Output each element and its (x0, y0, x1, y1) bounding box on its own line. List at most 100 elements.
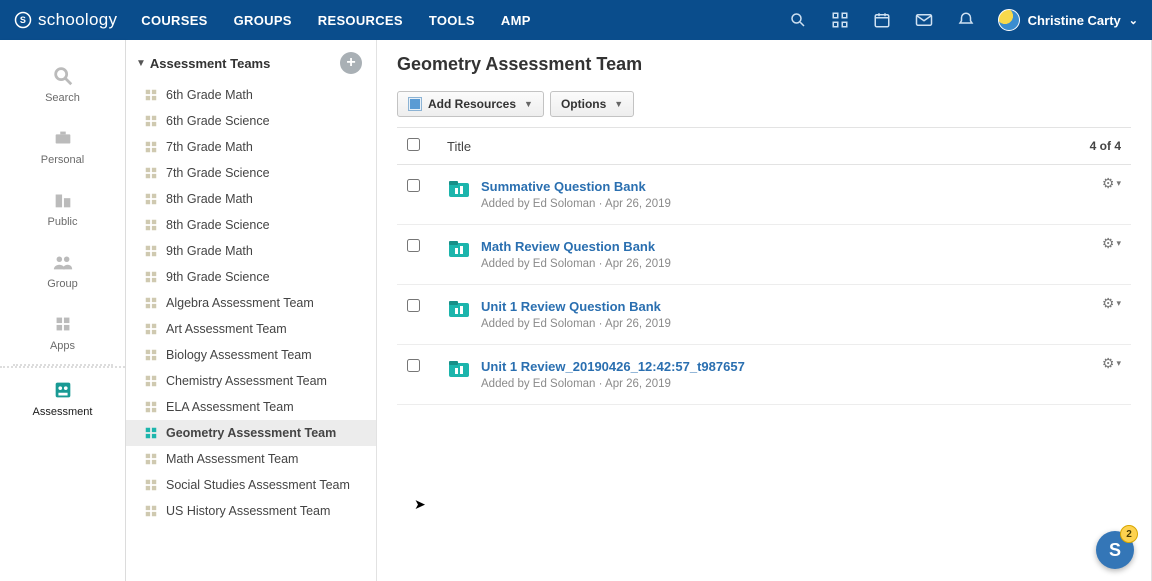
resource-row: Summative Question Bank Added by Ed Solom… (397, 165, 1131, 225)
resource-title[interactable]: Math Review Question Bank (481, 239, 1121, 254)
tree-item[interactable]: 6th Grade Science (126, 108, 376, 134)
shell: Search Personal Public Group Apps Assess… (0, 40, 1152, 581)
tree-item[interactable]: Geometry Assessment Team (126, 420, 376, 446)
tree-item-label: 8th Grade Math (166, 192, 253, 206)
tree-item[interactable]: 7th Grade Math (126, 134, 376, 160)
tree-item[interactable]: Algebra Assessment Team (126, 290, 376, 316)
caret-down-icon[interactable]: ▼ (136, 58, 146, 69)
team-icon (144, 348, 158, 362)
add-resource-icon (408, 97, 422, 111)
tree-item[interactable]: Math Assessment Team (126, 446, 376, 472)
tree-item[interactable]: Social Studies Assessment Team (126, 472, 376, 498)
action-bar: Add Resources ▼ Options ▼ (397, 91, 1131, 117)
tree-item[interactable]: 8th Grade Science (126, 212, 376, 238)
chevron-down-icon: ▼ (614, 99, 623, 109)
notifications-icon[interactable] (956, 10, 976, 30)
row-actions-button[interactable]: ⚙▾ (1102, 235, 1121, 252)
sidebar-item-label: Search (45, 92, 80, 104)
tree-item-label: 9th Grade Math (166, 244, 253, 258)
tree-item[interactable]: 9th Grade Science (126, 264, 376, 290)
options-button[interactable]: Options ▼ (550, 91, 634, 117)
sidebar-item-search[interactable]: Search (0, 54, 125, 116)
tree-item[interactable]: 6th Grade Math (126, 82, 376, 108)
tree-item-label: Algebra Assessment Team (166, 296, 314, 310)
team-icon (144, 88, 158, 102)
sidebar-item-label: Personal (41, 154, 84, 166)
row-checkbox[interactable] (407, 359, 420, 372)
add-resources-label: Add Resources (428, 97, 516, 111)
options-label: Options (561, 97, 606, 111)
tree-item[interactable]: US History Assessment Team (126, 498, 376, 524)
row-checkbox[interactable] (407, 239, 420, 252)
resource-meta: Added by Ed Soloman · Apr 26, 2019 (481, 198, 1121, 210)
tree-item[interactable]: 9th Grade Math (126, 238, 376, 264)
tree-panel: ▼ Assessment Teams + 6th Grade Math6th G… (126, 40, 377, 581)
sidebar-item-apps[interactable]: Apps (0, 302, 125, 364)
sidebar-resource-nav: Search Personal Public Group Apps Assess… (0, 40, 126, 581)
team-icon (144, 504, 158, 518)
row-actions-button[interactable]: ⚙▾ (1102, 175, 1121, 192)
team-icon (144, 478, 158, 492)
team-icon (144, 166, 158, 180)
resource-title[interactable]: Unit 1 Review_20190426_12:42:57_t987657 (481, 359, 1121, 374)
row-actions-button[interactable]: ⚙▾ (1102, 295, 1121, 312)
svg-text:S: S (20, 15, 26, 25)
row-checkbox[interactable] (407, 179, 420, 192)
sidebar-item-label: Apps (50, 340, 75, 352)
logo-mark-icon: S (14, 11, 32, 29)
tree-item[interactable]: Art Assessment Team (126, 316, 376, 342)
nav-amp[interactable]: AMP (501, 13, 531, 28)
team-icon (144, 244, 158, 258)
sidebar-item-assessment[interactable]: Assessment (0, 366, 125, 430)
mail-icon[interactable] (914, 10, 934, 30)
user-menu[interactable]: Christine Carty ⌄ (998, 9, 1138, 31)
assessment-icon (48, 378, 78, 402)
briefcase-icon (48, 126, 78, 150)
row-checkbox[interactable] (407, 299, 420, 312)
tree-item-label: 7th Grade Math (166, 140, 253, 154)
sidebar-item-group[interactable]: Group (0, 240, 125, 302)
add-resources-button[interactable]: Add Resources ▼ (397, 91, 544, 117)
row-actions-button[interactable]: ⚙▾ (1102, 355, 1121, 372)
add-team-button[interactable]: + (340, 52, 362, 74)
topbar-right: Christine Carty ⌄ (788, 9, 1138, 31)
nav-groups[interactable]: GROUPS (234, 13, 292, 28)
user-name: Christine Carty (1028, 13, 1121, 28)
nav-courses[interactable]: COURSES (141, 13, 207, 28)
sidebar-item-public[interactable]: Public (0, 178, 125, 240)
search-icon[interactable] (788, 10, 808, 30)
tree-item-label: US History Assessment Team (166, 504, 330, 518)
user-avatar-icon (998, 9, 1020, 31)
resource-meta: Added by Ed Soloman · Apr 26, 2019 (481, 378, 1121, 390)
resource-meta: Added by Ed Soloman · Apr 26, 2019 (481, 258, 1121, 270)
nav-resources[interactable]: RESOURCES (318, 13, 403, 28)
tree-item-label: 7th Grade Science (166, 166, 270, 180)
team-icon (144, 192, 158, 206)
chevron-down-icon: ⌄ (1129, 14, 1138, 27)
brand-logo[interactable]: S schoology (14, 10, 117, 30)
tree-item[interactable]: Biology Assessment Team (126, 342, 376, 368)
resource-title[interactable]: Unit 1 Review Question Bank (481, 299, 1121, 314)
tree-item-label: ELA Assessment Team (166, 400, 294, 414)
calendar-icon[interactable] (872, 10, 892, 30)
tree-item[interactable]: ELA Assessment Team (126, 394, 376, 420)
nav-tools[interactable]: TOOLS (429, 13, 475, 28)
resource-title[interactable]: Summative Question Bank (481, 179, 1121, 194)
top-nav: COURSES GROUPS RESOURCES TOOLS AMP (141, 13, 530, 28)
sidebar-item-personal[interactable]: Personal (0, 116, 125, 178)
question-bank-icon (447, 239, 471, 259)
group-people-icon (48, 250, 78, 274)
buildings-icon (48, 188, 78, 212)
tree-item[interactable]: 7th Grade Science (126, 160, 376, 186)
tree-item-label: Art Assessment Team (166, 322, 287, 336)
tree-item[interactable]: 8th Grade Math (126, 186, 376, 212)
team-icon (144, 452, 158, 466)
main-content: Geometry Assessment Team Add Resources ▼… (377, 40, 1152, 581)
tree-header: ▼ Assessment Teams + (126, 40, 376, 82)
question-bank-icon (447, 179, 471, 199)
chat-widget[interactable]: S 2 (1096, 531, 1134, 569)
page-title: Geometry Assessment Team (397, 54, 1131, 75)
select-all-checkbox[interactable] (407, 138, 420, 151)
apps-grid-icon[interactable] (830, 10, 850, 30)
tree-item[interactable]: Chemistry Assessment Team (126, 368, 376, 394)
